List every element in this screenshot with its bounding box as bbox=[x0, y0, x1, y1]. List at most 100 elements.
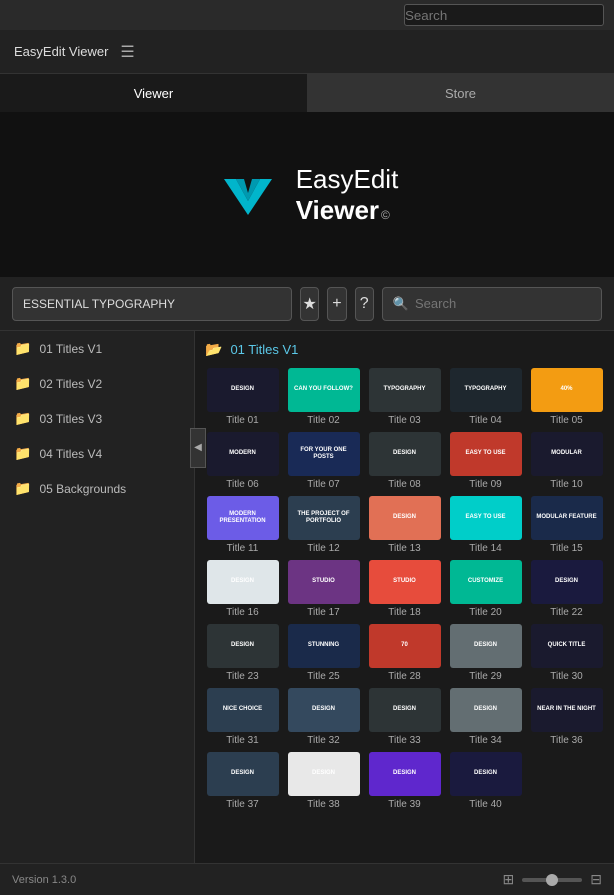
thumb-label: Title 03 bbox=[388, 415, 420, 426]
thumbnail-item[interactable]: DESIGN Title 32 bbox=[286, 688, 361, 746]
thumb-image: DESIGN bbox=[450, 624, 522, 668]
thumbnail-item[interactable]: STUNNING Title 25 bbox=[286, 624, 361, 682]
thumbnail-item[interactable]: DESIGN Title 39 bbox=[367, 752, 442, 810]
thumbnail-item[interactable]: DESIGN Title 29 bbox=[448, 624, 523, 682]
thumb-image: MODERN bbox=[207, 432, 279, 476]
thumb-overlay-text: DESIGN bbox=[391, 512, 418, 523]
thumbnail-item[interactable]: NEAR IN THE NIGHT Title 36 bbox=[529, 688, 604, 746]
sidebar-item-01-titles-v1[interactable]: 📁 01 Titles V1 bbox=[0, 331, 194, 366]
thumb-image: DESIGN bbox=[531, 560, 603, 604]
thumb-label: Title 15 bbox=[550, 543, 582, 554]
thumb-label: Title 28 bbox=[388, 671, 420, 682]
thumb-overlay-text: DESIGN bbox=[391, 704, 418, 715]
tab-store[interactable]: Store bbox=[307, 74, 614, 112]
thumb-image: 70 bbox=[369, 624, 441, 668]
collection-dropdown[interactable]: ESSENTIAL TYPOGRAPHY bbox=[12, 287, 292, 321]
thumbnail-item[interactable]: THE PROJECT OF PORTFOLIO Title 12 bbox=[286, 496, 361, 554]
tab-viewer[interactable]: Viewer bbox=[0, 74, 307, 112]
folder-icon: 📁 bbox=[14, 445, 31, 462]
logo-top: EasyEdit bbox=[296, 164, 399, 195]
thumbnail-item[interactable]: DESIGN Title 34 bbox=[448, 688, 523, 746]
sidebar-collapse-button[interactable]: ◀ bbox=[190, 428, 206, 468]
thumbnail-item[interactable]: MODERN PRESENTATION Title 11 bbox=[205, 496, 280, 554]
grid-small-icon[interactable]: ⊞ bbox=[503, 871, 515, 888]
thumbnail-item[interactable]: DESIGN Title 22 bbox=[529, 560, 604, 618]
thumbnail-item[interactable]: STUDIO Title 17 bbox=[286, 560, 361, 618]
thumb-label: Title 39 bbox=[388, 799, 420, 810]
thumb-label: Title 17 bbox=[307, 607, 339, 618]
thumbnail-item[interactable]: DESIGN Title 38 bbox=[286, 752, 361, 810]
thumb-image: THE PROJECT OF PORTFOLIO bbox=[288, 496, 360, 540]
sidebar-item-03-titles-v3[interactable]: 📁 03 Titles V3 bbox=[0, 401, 194, 436]
panel-header: 📂 01 Titles V1 bbox=[205, 341, 604, 358]
thumbnail-item[interactable]: NICE CHOICE Title 31 bbox=[205, 688, 280, 746]
thumbnail-item[interactable]: FOR YOUR ONE POSTS Title 07 bbox=[286, 432, 361, 490]
search-icon: 🔍 bbox=[393, 296, 409, 312]
star-button[interactable]: ★ bbox=[300, 287, 319, 321]
thumb-image: NEAR IN THE NIGHT bbox=[531, 688, 603, 732]
thumbnail-item[interactable]: DESIGN Title 33 bbox=[367, 688, 442, 746]
logo-bottom: Viewer bbox=[296, 195, 379, 226]
zoom-slider-thumb[interactable] bbox=[546, 874, 558, 886]
thumbnail-item[interactable]: 40% Title 05 bbox=[529, 368, 604, 426]
thumb-image: DESIGN bbox=[369, 432, 441, 476]
thumbnail-item[interactable]: QUICK TITLE Title 30 bbox=[529, 624, 604, 682]
thumb-label: Title 29 bbox=[469, 671, 501, 682]
thumb-image: DESIGN bbox=[207, 560, 279, 604]
search-input[interactable] bbox=[415, 296, 591, 311]
thumbnail-item[interactable]: MODULAR FEATURE Title 15 bbox=[529, 496, 604, 554]
thumbnail-item[interactable]: EASY TO USE Title 09 bbox=[448, 432, 523, 490]
thumb-overlay-text: STUDIO bbox=[310, 576, 337, 587]
thumbnail-item[interactable]: TYPOGRAPHY Title 04 bbox=[448, 368, 523, 426]
thumbnail-item[interactable]: DESIGN Title 40 bbox=[448, 752, 523, 810]
thumbnail-item[interactable]: DESIGN Title 08 bbox=[367, 432, 442, 490]
sidebar-label: 04 Titles V4 bbox=[39, 447, 102, 461]
sidebar-item-05-backgrounds[interactable]: 📁 05 Backgrounds bbox=[0, 471, 194, 506]
thumb-overlay-text: EASY TO USE bbox=[463, 512, 507, 523]
thumbnail-item[interactable]: MODERN Title 06 bbox=[205, 432, 280, 490]
thumbnail-item[interactable]: CAN YOU FOLLOW? Title 02 bbox=[286, 368, 361, 426]
sidebar-item-04-titles-v4[interactable]: 📁 04 Titles V4 bbox=[0, 436, 194, 471]
thumbnail-item[interactable]: CUSTOMIZE Title 20 bbox=[448, 560, 523, 618]
thumbnail-item[interactable]: 70 Title 28 bbox=[367, 624, 442, 682]
app-title: EasyEdit Viewer bbox=[14, 44, 108, 59]
main-content: 📁 01 Titles V1 📁 02 Titles V2 📁 03 Title… bbox=[0, 331, 614, 863]
app-title-bar: EasyEdit Viewer ☰ bbox=[0, 30, 614, 74]
thumbnail-item[interactable]: TYPOGRAPHY Title 03 bbox=[367, 368, 442, 426]
thumb-image: MODULAR bbox=[531, 432, 603, 476]
thumbnail-item[interactable]: DESIGN Title 01 bbox=[205, 368, 280, 426]
help-button[interactable]: ? bbox=[355, 287, 374, 321]
thumb-label: Title 32 bbox=[307, 735, 339, 746]
thumbnail-item[interactable]: STUDIO Title 18 bbox=[367, 560, 442, 618]
thumbnail-item[interactable]: DESIGN Title 16 bbox=[205, 560, 280, 618]
thumb-overlay-text: TYPOGRAPHY bbox=[381, 384, 427, 395]
status-bar: Version 1.3.0 ⊞ ⊟ bbox=[0, 863, 614, 895]
search-box[interactable]: 🔍 bbox=[382, 287, 602, 321]
thumbnail-item[interactable]: EASY TO USE Title 14 bbox=[448, 496, 523, 554]
thumb-image: NICE CHOICE bbox=[207, 688, 279, 732]
thumb-label: Title 23 bbox=[226, 671, 258, 682]
thumb-label: Title 33 bbox=[388, 735, 420, 746]
thumb-label: Title 38 bbox=[307, 799, 339, 810]
add-button[interactable]: + bbox=[327, 287, 346, 321]
thumb-image: EASY TO USE bbox=[450, 496, 522, 540]
folder-icon: 📁 bbox=[14, 340, 31, 357]
thumbnail-item[interactable]: DESIGN Title 23 bbox=[205, 624, 280, 682]
thumb-image: DESIGN bbox=[288, 752, 360, 796]
thumbnail-item[interactable]: DESIGN Title 13 bbox=[367, 496, 442, 554]
zoom-slider[interactable] bbox=[522, 878, 582, 882]
menu-icon[interactable]: ☰ bbox=[120, 42, 134, 62]
thumb-label: Title 34 bbox=[469, 735, 501, 746]
thumb-label: Title 37 bbox=[226, 799, 258, 810]
folder-icon: 📁 bbox=[14, 480, 31, 497]
grid-large-icon[interactable]: ⊟ bbox=[590, 871, 602, 888]
sidebar-item-02-titles-v2[interactable]: 📁 02 Titles V2 bbox=[0, 366, 194, 401]
sidebar-label: 03 Titles V3 bbox=[39, 412, 102, 426]
thumbnail-item[interactable]: MODULAR Title 10 bbox=[529, 432, 604, 490]
system-search-input[interactable] bbox=[404, 4, 604, 26]
thumb-label: Title 01 bbox=[226, 415, 258, 426]
panel-title: 01 Titles V1 bbox=[230, 342, 298, 357]
toolbar: ESSENTIAL TYPOGRAPHY ★ + ? 🔍 bbox=[0, 277, 614, 331]
folder-icon: 📁 bbox=[14, 375, 31, 392]
thumbnail-item[interactable]: DESIGN Title 37 bbox=[205, 752, 280, 810]
